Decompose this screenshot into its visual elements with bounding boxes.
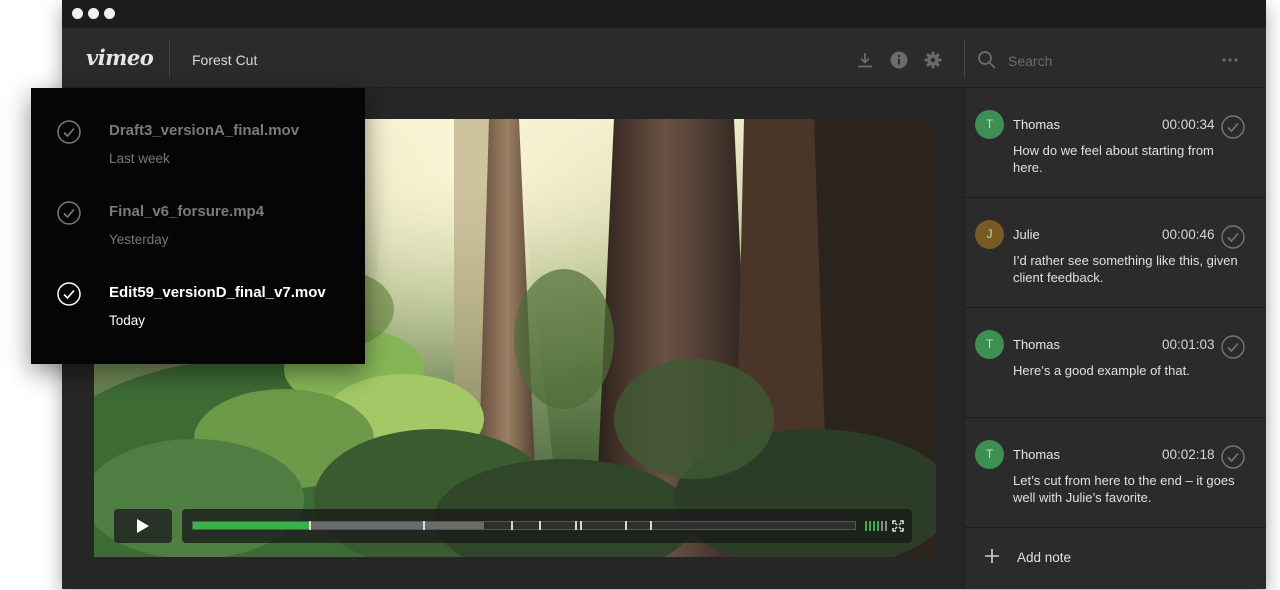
progress-track[interactable]	[192, 521, 856, 530]
search-input[interactable]	[1008, 50, 1188, 72]
player-controls	[94, 509, 936, 543]
note-text: I’d rather see something like this, give…	[1013, 253, 1238, 285]
check-circle-icon	[57, 201, 81, 225]
note-timecode[interactable]: 00:02:18	[1162, 447, 1215, 462]
version-filename: Draft3_versionA_final.mov	[109, 122, 300, 139]
search-divider	[964, 40, 965, 78]
note-timecode[interactable]: 00:00:34	[1162, 117, 1215, 132]
avatar[interactable]: T	[975, 330, 1004, 359]
comment-marker[interactable]	[511, 521, 514, 530]
info-icon[interactable]	[889, 50, 909, 70]
note-author: Thomas	[1013, 117, 1060, 132]
more-horizontal-icon[interactable]	[1220, 50, 1240, 70]
add-note-button[interactable]: Add note	[965, 528, 1266, 588]
comment-marker[interactable]	[422, 521, 425, 530]
version-date: Last week	[109, 151, 170, 166]
window-minimize-dot[interactable]	[88, 8, 99, 19]
search-icon[interactable]	[977, 50, 997, 70]
comment-marker[interactable]	[649, 521, 652, 530]
note-timecode[interactable]: 00:00:46	[1162, 227, 1215, 242]
comment-marker[interactable]	[539, 521, 542, 530]
check-circle-icon	[57, 120, 81, 144]
notes-panel: T Thomas 00:00:34 How do we feel about s…	[964, 88, 1266, 589]
comment-marker[interactable]	[579, 521, 582, 530]
check-circle-icon	[57, 282, 81, 306]
gear-icon[interactable]	[923, 50, 943, 70]
version-date: Yesterday	[109, 232, 169, 247]
version-dropdown: Draft3_versionA_final.mov Last week Fina…	[31, 88, 365, 364]
note-timecode[interactable]: 00:01:03	[1162, 337, 1215, 352]
download-icon[interactable]	[855, 50, 875, 70]
app-header: vimeo Forest Cut	[62, 28, 1266, 88]
version-filename: Edit59_versionD_final_v7.mov	[109, 284, 326, 301]
note-text: Here’s a good example of that.	[1013, 363, 1190, 378]
add-note-label: Add note	[1017, 550, 1072, 565]
vimeo-logo[interactable]: vimeo	[86, 45, 154, 70]
fullscreen-icon[interactable]	[892, 520, 904, 532]
resolve-check-icon[interactable]	[1221, 335, 1245, 359]
version-item-final-v6[interactable]: Final_v6_forsure.mp4 Yesterday	[31, 169, 365, 249]
window-zoom-dot[interactable]	[104, 8, 115, 19]
note-item[interactable]: T Thomas 00:00:34 How do we feel about s…	[965, 88, 1266, 198]
resolve-check-icon[interactable]	[1221, 225, 1245, 249]
note-text: How do we feel about starting from here.	[1013, 143, 1214, 175]
resolve-check-icon[interactable]	[1221, 115, 1245, 139]
comment-marker[interactable]	[574, 521, 577, 530]
window-close-dot[interactable]	[72, 8, 83, 19]
note-author: Thomas	[1013, 447, 1060, 462]
scrubber-bar[interactable]	[182, 509, 912, 543]
note-item[interactable]: T Thomas 00:01:03 Here’s a good example …	[965, 308, 1266, 418]
plus-icon	[985, 549, 999, 563]
window-titlebar	[62, 0, 1266, 28]
comment-marker[interactable]	[624, 521, 627, 530]
avatar[interactable]: T	[975, 440, 1004, 469]
note-item[interactable]: T Thomas 00:02:18 Let’s cut from here to…	[965, 418, 1266, 528]
version-date: Today	[109, 313, 146, 328]
note-item[interactable]: J Julie 00:00:46 I’d rather see somethin…	[965, 198, 1266, 308]
play-button[interactable]	[114, 509, 172, 543]
resolve-check-icon[interactable]	[1221, 445, 1245, 469]
header-divider	[169, 40, 170, 78]
version-item-edit59[interactable]: Edit59_versionD_final_v7.mov Today	[31, 250, 365, 330]
played-range	[193, 522, 309, 529]
play-icon	[137, 519, 149, 533]
note-text: Let’s cut from here to the end – it goes…	[1013, 473, 1235, 505]
volume-bars-icon[interactable]	[865, 520, 887, 532]
avatar[interactable]: T	[975, 110, 1004, 139]
avatar[interactable]: J	[975, 220, 1004, 249]
note-author: Thomas	[1013, 337, 1060, 352]
version-filename: Final_v6_forsure.mp4	[109, 203, 265, 220]
comment-marker[interactable]	[308, 521, 311, 530]
note-author: Julie	[1013, 227, 1040, 242]
version-item-draft3[interactable]: Draft3_versionA_final.mov Last week	[31, 88, 365, 168]
video-title: Forest Cut	[192, 52, 258, 68]
